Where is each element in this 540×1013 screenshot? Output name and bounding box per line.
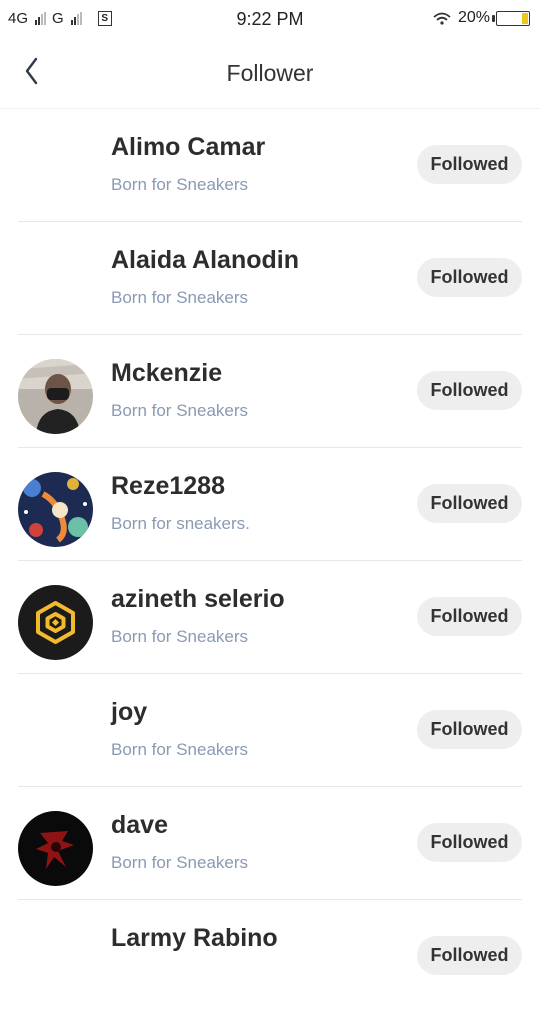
follower-bio: Born for Sneakers [111,740,249,759]
masked-person-avatar-icon [18,359,93,434]
followed-button[interactable]: Followed [417,710,522,749]
follower-bio: Born for Sneakers [111,627,249,646]
follower-name[interactable]: Larmy Rabino [111,924,278,953]
follower-list: Alimo Camar Born for Sneakers Followed A… [0,109,540,1013]
follower-bio: Born for Sneakers [111,175,249,194]
follower-name[interactable]: Alaida Alanodin [111,246,299,275]
wifi-icon [433,12,451,25]
follower-bio: Born for Sneakers [111,401,249,420]
follower-bio: Born for sneakers. [111,514,250,533]
app-header: Follower [0,38,540,109]
followed-button[interactable]: Followed [417,823,522,862]
follower-row[interactable]: joy Born for Sneakers Followed [0,674,540,787]
follower-name[interactable]: azineth selerio [111,585,285,614]
avatar[interactable] [18,811,93,886]
avatar[interactable] [18,585,93,660]
battery-icon [492,10,530,26]
followed-button[interactable]: Followed [417,597,522,636]
follower-name[interactable]: Reze1288 [111,472,225,501]
follower-name[interactable]: dave [111,811,168,840]
followed-button[interactable]: Followed [417,145,522,184]
red-emblem-avatar-icon [18,811,93,886]
status-right: 20% [432,9,530,27]
page-title: Follower [226,60,314,86]
follower-row[interactable]: dave Born for Sneakers Followed [0,787,540,900]
follower-row[interactable]: Mckenzie Born for Sneakers Followed [0,335,540,448]
avatar[interactable] [18,359,93,434]
battery-percent: 20% [457,9,490,26]
follower-name[interactable]: Mckenzie [111,359,222,388]
followed-button[interactable]: Followed [417,258,522,297]
status-bar: 4G G S 9:22 PM 20% [0,0,540,38]
follower-row[interactable]: Alimo Camar Born for Sneakers Followed [0,109,540,222]
follower-name[interactable]: Alimo Camar [111,133,265,162]
space-illustration-avatar-icon [18,472,93,547]
followed-button[interactable]: Followed [417,484,522,523]
binance-logo-avatar-icon [18,585,93,660]
follower-row[interactable]: azineth selerio Born for Sneakers Follow… [0,561,540,674]
avatar[interactable] [18,472,93,547]
follower-row[interactable]: Larmy Rabino Followed [0,900,540,1013]
follower-bio: Born for Sneakers [111,288,249,307]
follower-row[interactable]: Reze1288 Born for sneakers. Followed [0,448,540,561]
follower-name[interactable]: joy [111,698,147,727]
followed-button[interactable]: Followed [417,371,522,410]
follower-bio: Born for Sneakers [111,853,249,872]
followed-button[interactable]: Followed [417,936,522,975]
follower-row[interactable]: Alaida Alanodin Born for Sneakers Follow… [0,222,540,335]
